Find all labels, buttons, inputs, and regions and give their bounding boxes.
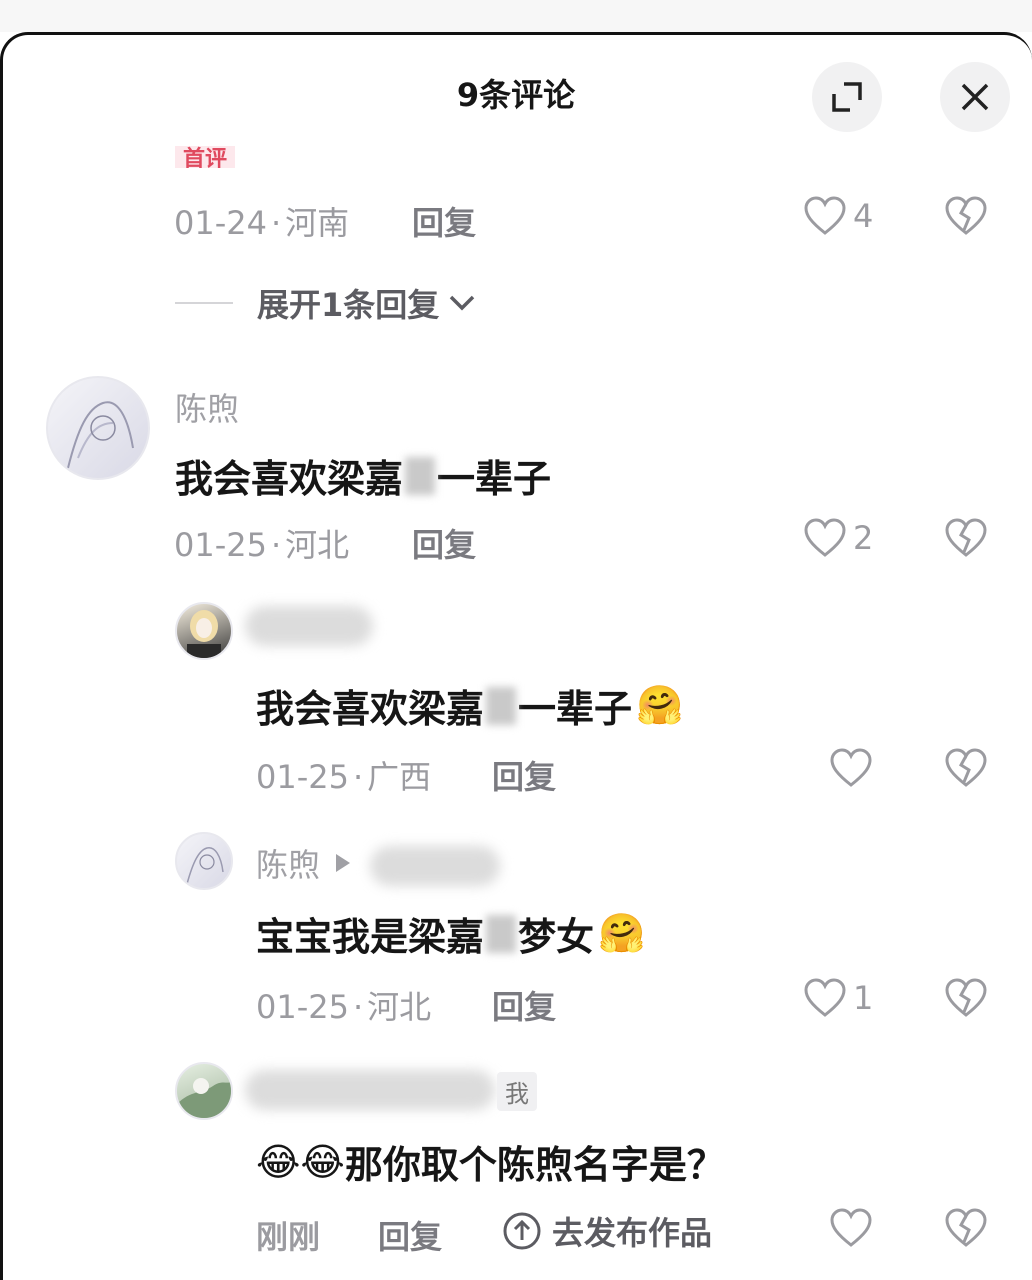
meta-separator: · <box>270 526 282 564</box>
reply-text: 😂😂 那你取个陈煦名字是？ <box>256 1134 725 1189</box>
heart-icon <box>804 978 846 1017</box>
comment-text: 我会喜欢梁嘉 一辈子 <box>175 448 551 503</box>
avatar[interactable] <box>175 602 233 660</box>
reply-button[interactable]: 回复 <box>412 520 476 566</box>
broken-heart-icon <box>945 196 987 235</box>
meta-separator: · <box>352 988 364 1026</box>
laughing-emoji: 😂😂 <box>256 1139 345 1184</box>
blurred-text <box>486 914 517 953</box>
close-button[interactable] <box>940 62 1010 132</box>
dislike-button[interactable] <box>944 1208 988 1252</box>
expand-replies-button[interactable]: 展开1条回复 <box>175 280 477 326</box>
expand-replies-label: 展开1条回复 <box>257 286 440 324</box>
blonde-avatar-image <box>187 610 221 658</box>
reply-button[interactable]: 回复 <box>492 752 556 798</box>
reply-text: 宝宝我是梁嘉 梦女 🤗 <box>256 906 645 961</box>
reply-time: 刚刚 <box>256 1218 321 1256</box>
commenter-name[interactable]: 陈煦 <box>175 384 239 430</box>
blurred-username <box>370 846 500 886</box>
comment-meta: 01-24 · 河南 <box>174 198 349 244</box>
comment-text-part: 一辈子 <box>437 457 552 501</box>
hugging-emoji: 🤗 <box>636 683 684 727</box>
comment-region: 河北 <box>285 526 350 564</box>
like-button[interactable] <box>829 1208 873 1248</box>
avatar[interactable] <box>175 1062 233 1120</box>
like-button[interactable] <box>829 748 873 788</box>
like-count: 4 <box>853 197 874 235</box>
first-comment-tag: 首评 <box>175 146 236 168</box>
blurred-text <box>486 686 517 725</box>
blurred-username <box>245 606 373 646</box>
blurred-text <box>405 456 436 495</box>
hugging-emoji: 🤗 <box>598 911 646 955</box>
meta-separator: · <box>270 204 282 242</box>
avatar[interactable] <box>175 832 233 890</box>
like-button[interactable]: 4 <box>803 196 873 236</box>
avatar[interactable] <box>46 376 150 480</box>
reply-button[interactable]: 回复 <box>492 982 556 1028</box>
reply-author[interactable]: 陈煦 <box>256 840 360 886</box>
reply-region: 河北 <box>367 988 432 1026</box>
heart-icon <box>830 1208 872 1247</box>
reply-text-part: 我会喜欢梁嘉 <box>256 687 485 731</box>
like-button[interactable]: 2 <box>803 518 873 558</box>
dislike-button[interactable] <box>944 978 988 1022</box>
reply-to-arrow-icon <box>336 854 351 872</box>
reply-text-part: 那你取个陈煦名字是？ <box>344 1143 725 1187</box>
reply-button[interactable]: 回复 <box>412 198 476 244</box>
chevron-down-icon <box>450 295 475 311</box>
me-badge: 我 <box>497 1072 537 1111</box>
like-button[interactable]: 1 <box>803 978 873 1018</box>
publish-work-label: 去发布作品 <box>552 1214 713 1252</box>
blurred-username <box>245 1070 495 1110</box>
broken-heart-icon <box>945 978 987 1017</box>
meta-separator: · <box>352 758 364 796</box>
comment-date: 01-25 <box>174 526 267 564</box>
anime-avatar-image <box>186 847 224 885</box>
status-strip <box>0 0 1032 32</box>
like-count: 1 <box>853 979 874 1017</box>
dislike-button[interactable] <box>944 748 988 792</box>
heart-icon <box>804 196 846 235</box>
expand-icon <box>832 82 862 112</box>
heart-icon <box>830 748 872 787</box>
reply-text: 我会喜欢梁嘉 一辈子 🤗 <box>256 678 683 733</box>
close-icon <box>961 83 989 111</box>
landscape-avatar-image <box>177 1078 231 1118</box>
like-count: 2 <box>853 519 874 557</box>
reply-text-part: 一辈子 <box>518 687 633 731</box>
reply-date: 01-25 <box>256 758 349 796</box>
broken-heart-icon <box>945 518 987 557</box>
comment-text-part: 我会喜欢梁嘉 <box>175 457 404 501</box>
dislike-button[interactable] <box>944 196 988 240</box>
reply-text-part: 梦女 <box>518 915 595 959</box>
publish-work-button[interactable]: 去发布作品 <box>502 1208 712 1254</box>
reply-meta: 01-25 · 广西 <box>256 752 431 798</box>
reply-meta: 01-25 · 河北 <box>256 982 431 1028</box>
reply-button[interactable]: 回复 <box>378 1212 442 1258</box>
reply-date: 01-25 <box>256 988 349 1026</box>
reply-region: 广西 <box>367 758 432 796</box>
upload-circle-icon <box>503 1212 541 1250</box>
broken-heart-icon <box>945 748 987 787</box>
heart-icon <box>804 518 846 557</box>
comment-meta: 01-25 · 河北 <box>174 520 349 566</box>
expand-button[interactable] <box>812 62 882 132</box>
dislike-button[interactable] <box>944 518 988 562</box>
reply-text-part: 宝宝我是梁嘉 <box>256 915 485 959</box>
comment-region: 河南 <box>285 204 350 242</box>
broken-heart-icon <box>945 1208 987 1247</box>
commenter-name: 陈煦 <box>256 846 321 884</box>
anime-avatar-image <box>67 401 134 469</box>
comment-date: 01-24 <box>174 204 267 242</box>
divider-line <box>175 302 233 304</box>
